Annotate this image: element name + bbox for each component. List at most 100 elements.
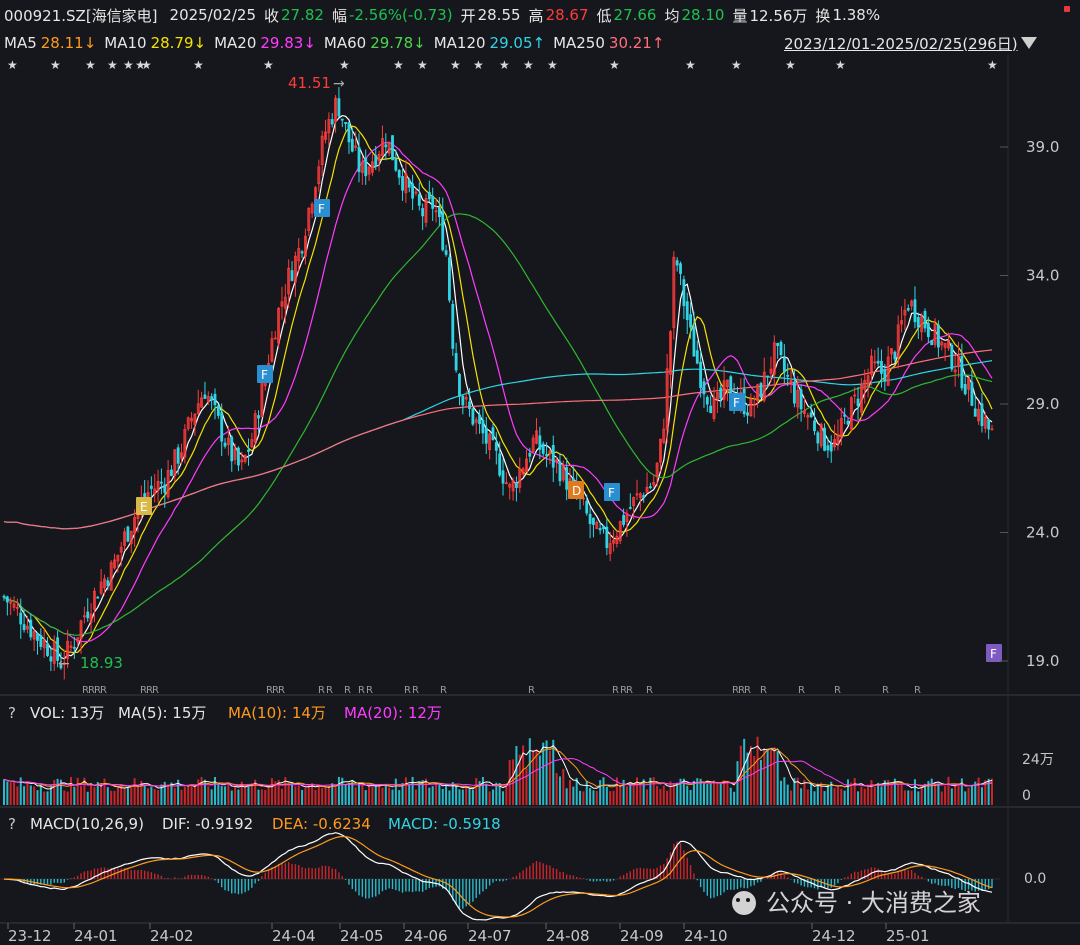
- candle-body[interactable]: [923, 310, 927, 329]
- candle-body[interactable]: [216, 405, 220, 416]
- event-star-icon[interactable]: ★: [107, 58, 118, 72]
- candle-body[interactable]: [36, 633, 39, 641]
- event-star-icon[interactable]: ★: [731, 58, 742, 72]
- candle-body[interactable]: [950, 344, 954, 370]
- macd-help-icon[interactable]: ?: [8, 815, 16, 833]
- candle-body[interactable]: [203, 394, 207, 399]
- candle-body[interactable]: [515, 482, 518, 488]
- candle-body[interactable]: [163, 484, 167, 493]
- candle-body[interactable]: [441, 212, 445, 251]
- candle-body[interactable]: [799, 389, 803, 410]
- candle-body[interactable]: [973, 408, 977, 417]
- candle-body[interactable]: [2, 595, 6, 598]
- event-star-icon[interactable]: ★: [987, 58, 998, 72]
- candle-body[interactable]: [357, 146, 361, 172]
- candle-body[interactable]: [394, 158, 398, 171]
- candle-body[interactable]: [19, 612, 23, 625]
- candle-body[interactable]: [856, 398, 860, 407]
- candle-body[interactable]: [826, 445, 830, 451]
- candle-body[interactable]: [106, 580, 110, 586]
- candle-body[interactable]: [792, 381, 796, 404]
- event-star-icon[interactable]: ★: [685, 58, 696, 72]
- candle-body[interactable]: [247, 449, 250, 452]
- candle-body[interactable]: [779, 341, 783, 356]
- candle-body[interactable]: [96, 596, 100, 599]
- candle-body[interactable]: [454, 353, 458, 371]
- candle-body[interactable]: [823, 427, 826, 451]
- candle-body[interactable]: [846, 420, 850, 425]
- candle-body[interactable]: [916, 317, 920, 328]
- candle-body[interactable]: [468, 401, 471, 409]
- candle-body[interactable]: [960, 355, 964, 389]
- candle-body[interactable]: [675, 260, 679, 266]
- candle-body[interactable]: [223, 442, 227, 447]
- candle-body[interactable]: [448, 257, 451, 301]
- candle-body[interactable]: [49, 656, 53, 662]
- candle-body[interactable]: [682, 279, 686, 307]
- event-star-icon[interactable]: ★: [339, 58, 350, 72]
- candle-body[interactable]: [340, 118, 344, 121]
- event-star-icon[interactable]: ★: [609, 58, 620, 72]
- candle-body[interactable]: [491, 427, 495, 441]
- stock-symbol[interactable]: 000921.SZ[海信家电]: [4, 5, 158, 26]
- candle-body[interactable]: [444, 250, 448, 255]
- candle-body[interactable]: [347, 122, 351, 143]
- candle-body[interactable]: [481, 419, 485, 434]
- candle-body[interactable]: [692, 326, 696, 357]
- event-star-icon[interactable]: ★: [785, 58, 796, 72]
- candle-body[interactable]: [46, 643, 49, 657]
- candle-body[interactable]: [126, 526, 130, 542]
- candle-body[interactable]: [913, 299, 917, 323]
- candle-body[interactable]: [719, 387, 723, 399]
- candle-body[interactable]: [210, 396, 214, 401]
- event-star-icon[interactable]: ★: [193, 58, 204, 72]
- event-star-icon[interactable]: ★: [417, 58, 428, 72]
- date-range-label[interactable]: 2023/12/01-2025/02/25(296日): [784, 33, 1018, 54]
- event-star-icon[interactable]: ★: [450, 58, 461, 72]
- candle-body[interactable]: [876, 360, 880, 364]
- event-star-icon[interactable]: ★: [50, 58, 61, 72]
- candle-body[interactable]: [437, 207, 441, 218]
- candle-body[interactable]: [364, 157, 368, 177]
- candle-body[interactable]: [980, 403, 984, 427]
- candle-body[interactable]: [213, 393, 217, 406]
- candle-body[interactable]: [411, 183, 415, 199]
- candle-body[interactable]: [401, 176, 404, 191]
- event-star-icon[interactable]: ★: [123, 58, 134, 72]
- candle-body[interactable]: [628, 506, 632, 509]
- candle-body[interactable]: [350, 138, 354, 152]
- dropdown-triangle-icon[interactable]: [1020, 37, 1037, 49]
- candle-body[interactable]: [937, 324, 940, 348]
- candle-body[interactable]: [746, 412, 749, 416]
- candle-body[interactable]: [149, 485, 153, 489]
- candle-body[interactable]: [176, 447, 180, 464]
- candle-body[interactable]: [759, 383, 763, 398]
- candle-body[interactable]: [987, 419, 991, 430]
- candle-body[interactable]: [622, 514, 626, 525]
- candle-body[interactable]: [397, 170, 401, 178]
- candlesticks[interactable]: [2, 87, 994, 680]
- close-dot-icon[interactable]: [1064, 6, 1070, 12]
- candle-body[interactable]: [893, 351, 897, 360]
- candle-body[interactable]: [695, 350, 699, 364]
- candle-body[interactable]: [478, 414, 481, 425]
- candle-body[interactable]: [290, 270, 294, 281]
- event-star-icon[interactable]: ★: [263, 58, 274, 72]
- candle-body[interactable]: [29, 619, 33, 638]
- candle-body[interactable]: [337, 98, 341, 117]
- candle-body[interactable]: [786, 374, 790, 377]
- event-star-icon[interactable]: ★: [7, 58, 18, 72]
- candle-body[interactable]: [39, 635, 43, 647]
- candle-body[interactable]: [883, 369, 887, 382]
- candle-body[interactable]: [545, 454, 548, 456]
- candle-body[interactable]: [421, 208, 425, 217]
- candle-body[interactable]: [551, 445, 555, 468]
- candle-body[interactable]: [930, 340, 934, 346]
- candle-body[interactable]: [407, 179, 411, 188]
- vol-help-icon[interactable]: ?: [8, 704, 16, 722]
- candle-body[interactable]: [300, 251, 304, 254]
- candle-body[interactable]: [427, 191, 431, 200]
- event-star-icon[interactable]: ★: [85, 58, 96, 72]
- candle-body[interactable]: [679, 263, 682, 274]
- candle-body[interactable]: [451, 303, 455, 349]
